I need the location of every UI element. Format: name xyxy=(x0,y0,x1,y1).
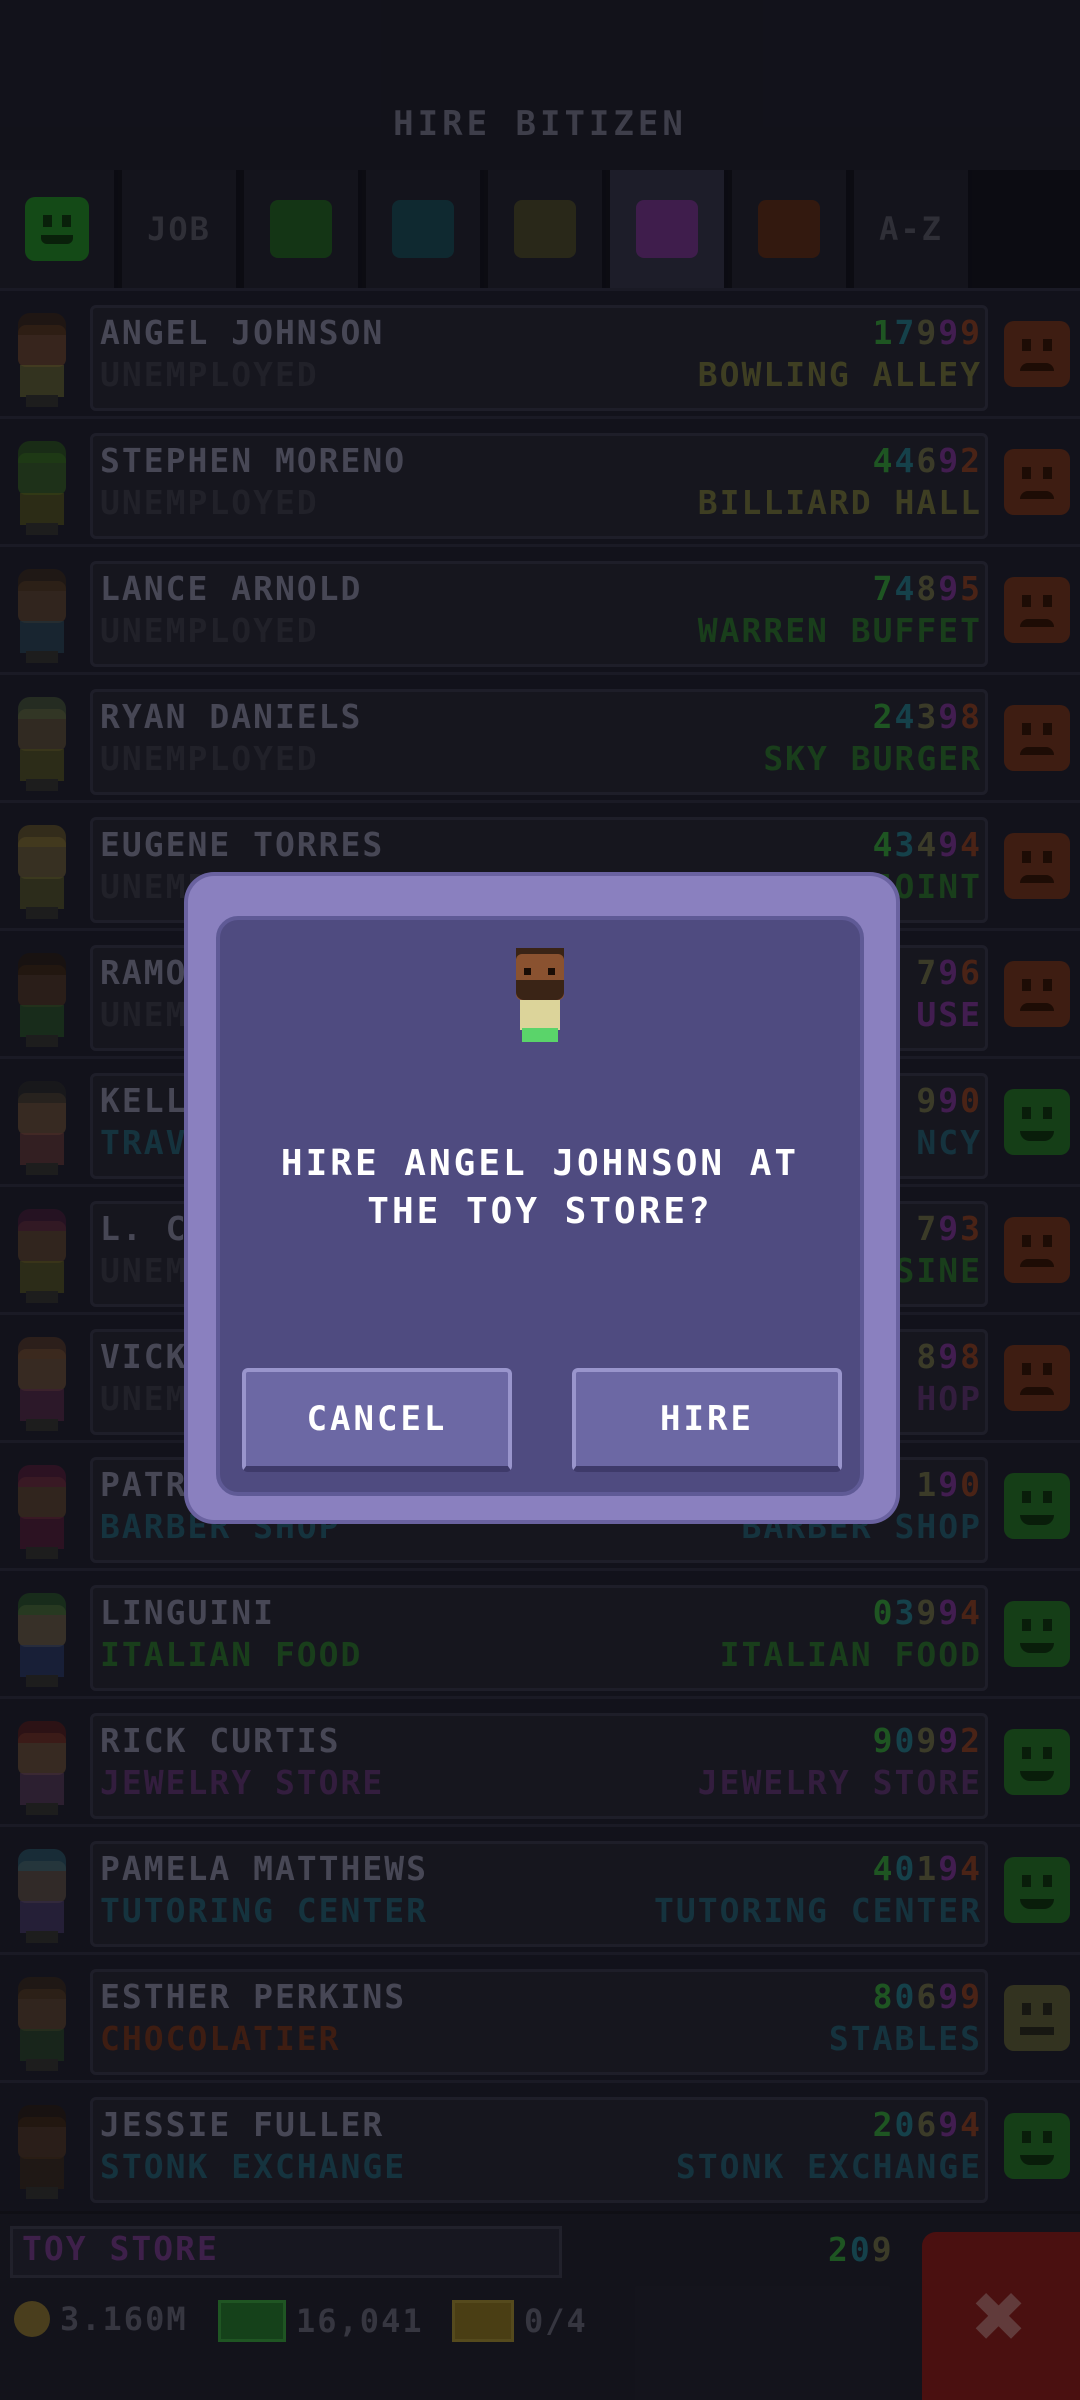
dialog-message: HIRE ANGEL JOHNSON AT THE TOY STORE? xyxy=(236,1140,844,1236)
cancel-button-label: CANCEL xyxy=(306,1399,448,1439)
cancel-button[interactable]: CANCEL xyxy=(242,1368,512,1472)
dialog-message-line2: THE TOY STORE? xyxy=(367,1191,713,1232)
hire-button-label: HIRE xyxy=(660,1399,754,1439)
dialog-message-line1: HIRE ANGEL JOHNSON AT xyxy=(280,1143,800,1184)
bitizen-avatar xyxy=(508,948,572,1042)
hire-button[interactable]: HIRE xyxy=(572,1368,842,1472)
